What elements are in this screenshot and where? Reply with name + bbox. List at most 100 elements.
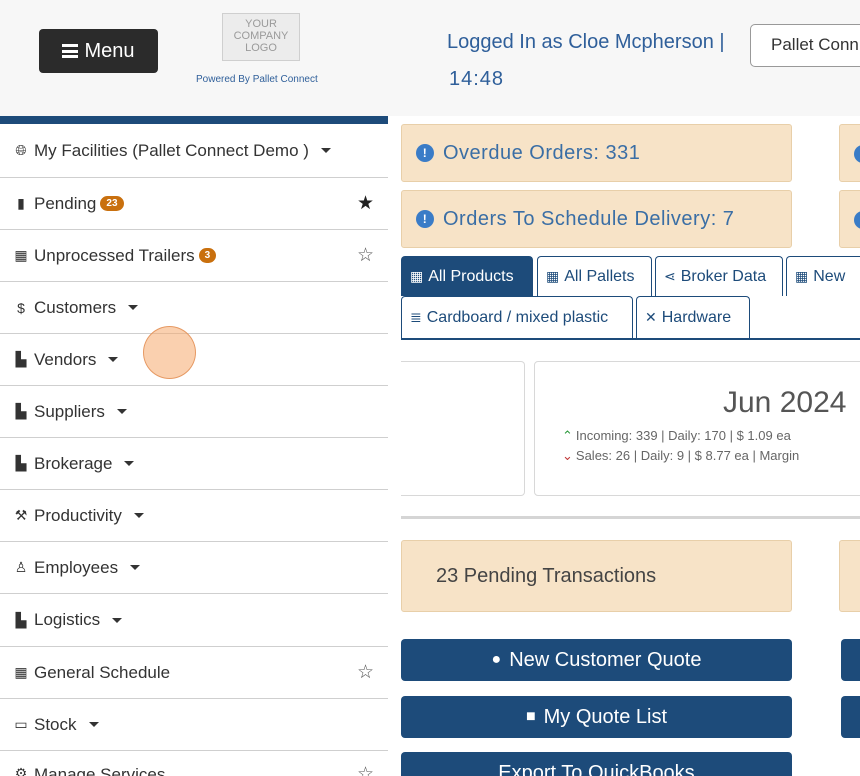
hammer-icon: ⚒︎ — [14, 507, 28, 523]
sidebar-item-productivity[interactable]: ⚒︎ Productivity — [0, 490, 388, 542]
tab-broker-data[interactable]: ⋖ Broker Data — [655, 256, 783, 296]
sidebar-item-brokerage[interactable]: ▙ Brokerage — [0, 438, 388, 490]
sales-stats: ⌄ Sales: 26 | Daily: 9 | $ 8.77 ea | Marg… — [562, 448, 800, 463]
sidebar-item-label: Unprocessed Trailers — [34, 245, 195, 265]
sidebar-item-my-facilities[interactable]: 🌐︎ My Facilities (Pallet Connect Demo ) — [0, 124, 388, 178]
clipboard-icon: ▮ — [17, 195, 25, 211]
sidebar-item-label: Vendors — [34, 349, 97, 369]
caret-down-icon — [133, 513, 144, 518]
sidebar-item-label: Suppliers — [34, 401, 105, 421]
sidebar-item-employees[interactable]: ♙ Employees — [0, 542, 388, 594]
menu-button-label: Menu — [84, 39, 135, 62]
caret-down-icon — [124, 461, 135, 466]
comment-dollar-icon: ● — [491, 651, 502, 668]
action-right-partial[interactable] — [841, 696, 860, 738]
tab-all-products[interactable]: ▦ All Products — [401, 256, 533, 296]
facility-select[interactable]: Pallet Conn — [750, 24, 860, 67]
exclamation-circle-icon — [854, 145, 860, 163]
menu-button[interactable]: Menu — [39, 29, 158, 73]
powered-by-text: Powered By Pallet Connect — [196, 74, 318, 85]
sidebar-item-customers[interactable]: $ Customers — [0, 282, 388, 334]
pallets-icon: ▦ — [795, 268, 809, 284]
sidebar-item-general-schedule[interactable]: ▦ General Schedule ☆ — [0, 647, 388, 699]
tab-cardboard-mixed-plastic[interactable]: ≣ Cardboard / mixed plastic — [401, 296, 633, 338]
sidebar: 🌐︎ My Facilities (Pallet Connect Demo ) … — [0, 116, 388, 776]
list-icon: ≣ — [410, 309, 422, 325]
new-customer-quote-button[interactable]: ● New Customer Quote — [401, 639, 792, 681]
click-indicator — [143, 326, 196, 379]
pending-transactions-box[interactable]: 23 Pending Transactions — [401, 540, 792, 612]
tab-underline — [401, 338, 860, 340]
main-content: ! Overdue Orders: 331 ! Orders To Schedu… — [388, 116, 860, 776]
share-icon: ⋖ — [664, 268, 676, 284]
tools-icon: ✕ — [645, 309, 657, 325]
sidebar-item-pending[interactable]: ▮ Pending 23 ★ — [0, 178, 388, 230]
chevron-up-icon: ⌃ — [562, 428, 573, 443]
sidebar-item-label: Logistics — [34, 610, 101, 629]
incoming-stats: ⌃ Incoming: 339 | Daily: 170 | $ 1.09 ea — [562, 428, 791, 443]
hamburger-icon — [62, 44, 79, 58]
sidebar-item-label: General Schedule — [34, 662, 171, 682]
logged-in-text: Logged In as Cloe Mcpherson | — [447, 31, 725, 53]
truck-icon: ▙ — [15, 351, 27, 367]
star-outline-icon[interactable]: ☆ — [357, 763, 374, 776]
product-tabs: ▦ All Products ▦ All Pallets ⋖ Broker Data … — [401, 256, 860, 340]
exclamation-circle-icon: ! — [416, 144, 434, 162]
sidebar-item-manage-services[interactable]: ⚙︎ Manage Services ☆ — [0, 751, 388, 776]
caret-down-icon — [112, 617, 123, 623]
tab-new[interactable]: ▦ New — [786, 256, 860, 296]
trailer-icon: ▦ — [14, 247, 28, 263]
star-filled-icon[interactable]: ★ — [357, 192, 374, 215]
quote-icon: ■ — [525, 708, 536, 725]
star-outline-icon[interactable]: ☆ — [357, 661, 374, 684]
my-quote-list-button[interactable]: ■ My Quote List — [401, 696, 792, 738]
caret-down-icon — [130, 565, 141, 570]
truck-moving-icon: ▙ — [15, 455, 27, 471]
sidebar-item-label: Employees — [34, 557, 119, 577]
sidebar-item-logistics[interactable]: ▙ Logistics — [0, 594, 388, 647]
alert-right-partial — [839, 190, 860, 248]
truck-icon: ▙ — [15, 611, 27, 628]
sidebar-item-suppliers[interactable]: ▙ Suppliers — [0, 386, 388, 438]
action-right-partial[interactable] — [841, 639, 860, 681]
sidebar-item-label: My Facilities (Pallet Connect Demo ) — [34, 140, 309, 160]
clock-time: 14:48 — [449, 68, 505, 90]
exclamation-circle-icon: ! — [416, 210, 434, 228]
caret-down-icon — [128, 305, 139, 310]
sidebar-item-unprocessed-trailers[interactable]: ▦ Unprocessed Trailers 3 ☆ — [0, 230, 388, 282]
star-outline-icon[interactable]: ☆ — [357, 244, 374, 267]
tab-hardware[interactable]: ✕ Hardware — [636, 296, 750, 338]
orders-to-schedule-alert[interactable]: ! Orders To Schedule Delivery: 7 — [401, 190, 792, 248]
monthly-stats-card: Jun 2024 ⌃ Incoming: 339 | Daily: 170 | $… — [534, 361, 860, 496]
trailers-badge: 3 — [198, 248, 217, 263]
pending-badge: 23 — [100, 196, 124, 211]
stats-month: Jun 2024 — [723, 386, 847, 419]
caret-down-icon — [88, 722, 99, 727]
chevron-down-icon: ⌄ — [562, 448, 573, 463]
alert-right-partial — [839, 124, 860, 182]
sidebar-item-label: Pending — [34, 193, 97, 213]
orders-to-schedule-text: Orders To Schedule Delivery: 7 — [443, 207, 735, 230]
caret-down-icon — [108, 357, 119, 362]
pallets-icon: ▦ — [546, 268, 560, 284]
globe-icon: 🌐︎ — [15, 142, 27, 158]
stats-card-left — [401, 361, 525, 496]
sidebar-item-stock[interactable]: ▭ Stock — [0, 699, 388, 751]
exclamation-circle-icon — [854, 211, 860, 229]
pending-right-partial — [839, 540, 860, 612]
sidebar-item-label: Stock — [34, 714, 77, 734]
sidebar-item-label: Brokerage — [34, 453, 113, 473]
overdue-orders-alert[interactable]: ! Overdue Orders: 331 — [401, 124, 792, 182]
caret-down-icon — [116, 409, 127, 414]
tab-all-pallets[interactable]: ▦ All Pallets — [537, 256, 652, 296]
caret-down-icon — [320, 148, 331, 153]
sidebar-item-label: Manage Services — [34, 765, 166, 776]
divider — [401, 516, 860, 519]
pallets-icon: ▦ — [410, 268, 424, 284]
dollar-icon: $ — [17, 299, 25, 316]
gear-icon: ⚙︎ — [14, 764, 28, 776]
export-quickbooks-button[interactable]: Export To QuickBooks — [401, 752, 792, 776]
pallet-icon: ▭ — [14, 716, 28, 732]
sidebar-item-label: Productivity — [34, 505, 122, 525]
person-icon: ♙ — [14, 559, 28, 575]
